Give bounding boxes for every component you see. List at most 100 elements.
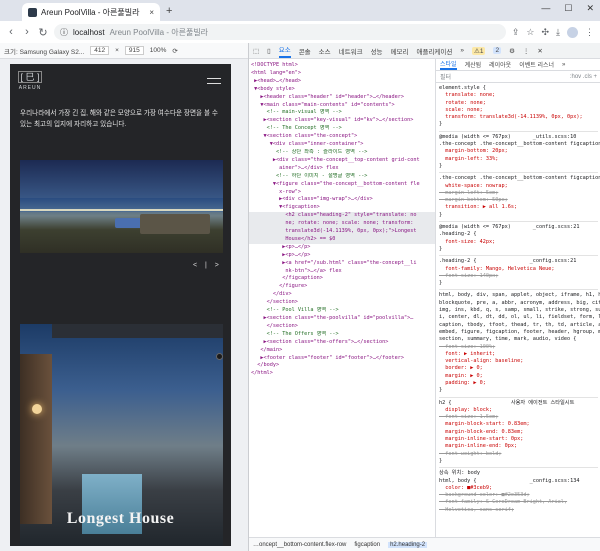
dom-node-line[interactable]: </figcaption> [249,275,435,283]
tab-layout[interactable]: 레이아웃 [489,60,511,69]
dom-node-line[interactable]: </div> [249,291,435,299]
css-rule-line[interactable]: @media (width <= 767px) _config.scss:21 [439,224,598,231]
dom-node-line[interactable]: </section> [249,299,435,307]
dom-node-line[interactable]: ne; rotate: none; scale: none; transform… [249,220,435,229]
css-rule-line[interactable]: } [439,280,598,287]
css-rule-line[interactable]: font-size: 1.5em; [439,414,598,421]
browser-tab[interactable]: Areun PoolVilla - 아른풀빌라 × [22,3,160,21]
dom-node-line[interactable]: ▶<head>…</head> [249,78,435,86]
css-rule-line[interactable]: scale: none; [439,107,598,114]
dom-node-line[interactable]: ainer">…</div> flex [249,165,435,173]
dom-node-line[interactable]: ▶<section class="the-poolvilla" id="pool… [249,315,435,323]
dom-node-line[interactable]: nk-btn">…</a> flex [249,268,435,276]
css-rule-line[interactable]: img, ins, kbd, q, s, samp, small, strike… [439,307,600,314]
dom-node-line[interactable]: ▶<div class="img-wrap">…</div> [249,196,435,204]
site-info-icon[interactable]: ⓘ [60,27,68,38]
css-rule-line[interactable]: } [439,387,598,394]
reload-icon[interactable]: ↻ [38,26,48,39]
tab-elements[interactable]: 요소 [278,44,291,58]
css-rule-line[interactable]: section, summary, time, mark, audio, vid… [439,336,598,343]
css-rule-line[interactable]: font: ▶ inherit; [439,351,598,358]
css-rule-line[interactable]: 상속 위치: body [439,470,598,477]
inspect-icon[interactable]: ⬚ [253,47,259,55]
more-tabs[interactable]: » [460,47,464,54]
css-rule-line[interactable]: .the-concept .the-concept__bottom-conten… [439,175,600,182]
tab-sources[interactable]: 소스 [319,46,331,56]
css-rule-line[interactable]: html, body, div, span, applet, object, i… [439,292,600,299]
css-rule-line[interactable]: margin-inline-end: 0px; [439,443,598,450]
css-rule-line[interactable]: element.style { [439,85,598,92]
css-rule-line[interactable]: rotate: none; [439,100,598,107]
hamburger-menu-icon[interactable] [207,78,221,88]
maximize-button[interactable]: ☐ [564,3,572,14]
css-rule-line[interactable]: caption, tbody, tfoot, thead, tr, th, td… [439,322,600,329]
tab-network[interactable]: 네트워크 [339,46,363,56]
tab-console[interactable]: 콘솔 [299,46,311,56]
dom-node-line[interactable]: ▼<main class="main-contents" id="content… [249,102,435,110]
css-rule-line[interactable]: .the-concept .the-concept__bottom-conten… [439,141,600,148]
warning-badge[interactable]: ⚠1 [472,46,486,55]
dom-node-line[interactable]: <!DOCTYPE html> [249,62,435,70]
css-rule-line[interactable]: blockquote, pre, a, abbr, acronym, addre… [439,300,600,307]
css-rule-line[interactable]: transform: translate3d(-14.1139%, 0px, 0… [439,114,598,121]
zoom-select[interactable]: 100% [150,47,167,54]
css-rule-line[interactable]: white-space: nowrap; [439,183,598,190]
css-rule-line[interactable]: margin-bottom: 50px; [439,197,598,204]
dom-node-line[interactable]: ▶<a href="/sub.html" class="the-concept_… [249,260,435,268]
rotate-icon[interactable]: ⟳ [172,47,177,55]
dom-node-line[interactable]: ▼<figure class="the-concept__bottom-cont… [249,181,435,189]
back-icon[interactable]: ‹ [6,26,16,38]
slider-controls[interactable]: < | > [193,262,222,269]
css-rule-line[interactable]: translate: none; [439,92,598,99]
devtools-menu-icon[interactable]: ⋮ [523,47,530,55]
css-rule-line[interactable]: font-family: S-CoreDream Bright, Arial, [439,499,598,506]
tab-event-listeners[interactable]: 이벤트 리스너 [519,60,554,69]
css-rule-line[interactable]: font-weight: bold; [439,451,598,458]
share-icon[interactable]: ⇪ [512,27,520,38]
new-tab-button[interactable]: + [166,5,172,17]
css-rule-line[interactable]: } [439,246,598,253]
dom-node-line[interactable]: ▶<div class="the-concept__top-content gr… [249,157,435,165]
dom-node-line[interactable]: House</h2> == $0 [249,235,435,244]
forward-icon[interactable]: › [22,26,32,38]
css-rule-line[interactable]: i, center, dl, dt, dd, ol, ul, li, field… [439,314,600,321]
css-rule-line[interactable]: margin: ▶ 0; [439,373,598,380]
css-rule-line[interactable]: font-size: 42px; [439,239,598,246]
dom-node-line[interactable]: </html> [249,370,435,378]
dom-node-line[interactable]: </body> [249,362,435,370]
dom-node-line[interactable]: <!-- 상단 좌측 : 슬라이드 영역 --> [249,149,435,157]
download-icon[interactable]: ⤓ [556,27,560,38]
css-rule-line[interactable]: margin-block-end: 0.83em; [439,429,598,436]
css-rule-line[interactable]: embed, figure, figcaption, footer, heade… [439,329,600,336]
tab-memory[interactable]: 메모리 [391,46,409,56]
css-rules-list[interactable]: element.style { translate: none; rotate:… [436,83,600,516]
dom-node-line[interactable]: ▼<div class="inner-container"> [249,141,435,149]
css-rule-line[interactable]: font-family: Mango, Helvetica Neue; [439,266,598,273]
settings-gear-icon[interactable]: ⚙ [509,47,515,55]
tab-application[interactable]: 애플리케이션 [416,46,452,56]
dom-node-line[interactable]: </section> [249,323,435,331]
styles-filter-tools[interactable]: :hov .cls + [570,74,597,80]
breadcrumb-item[interactable]: figcaption [354,542,380,548]
dom-node-line[interactable]: <!-- main-visual 영역 --> [249,109,435,117]
css-rule-line[interactable]: Helvetica, sans-serif; [439,507,598,514]
breadcrumb-item[interactable]: h2.heading-2 [388,541,428,548]
css-rule-line[interactable]: vertical-align: baseline; [439,358,598,365]
dom-node-line[interactable]: ▼<body style> [249,86,435,94]
css-rule-line[interactable]: } [439,163,598,170]
css-rule-line[interactable]: border: ▶ 0; [439,365,598,372]
css-rule-line[interactable]: } [439,212,598,219]
breadcrumb-item[interactable]: …oncept__bottom-content.flex-row [253,542,346,548]
tab-performance[interactable]: 성능 [371,46,383,56]
dom-node-line[interactable]: x-row"> [249,189,435,197]
dom-node-line[interactable]: ▼<section class="the-concept"> [249,133,435,141]
message-badge[interactable]: 2 [493,47,502,54]
close-window-button[interactable]: ✕ [586,3,594,14]
close-tab-icon[interactable]: × [149,8,154,17]
css-rule-line[interactable]: .heading-2 { [439,231,598,238]
dom-node-line[interactable]: ▶<header class="header" id="header">…</h… [249,94,435,102]
dom-node-line[interactable]: ▶<section class="the-offers">…</section> [249,339,435,347]
tab-styles[interactable]: 스타일 [440,59,457,70]
extensions-icon[interactable]: ✣ [541,27,549,38]
more-styles-tabs[interactable]: » [562,62,565,68]
